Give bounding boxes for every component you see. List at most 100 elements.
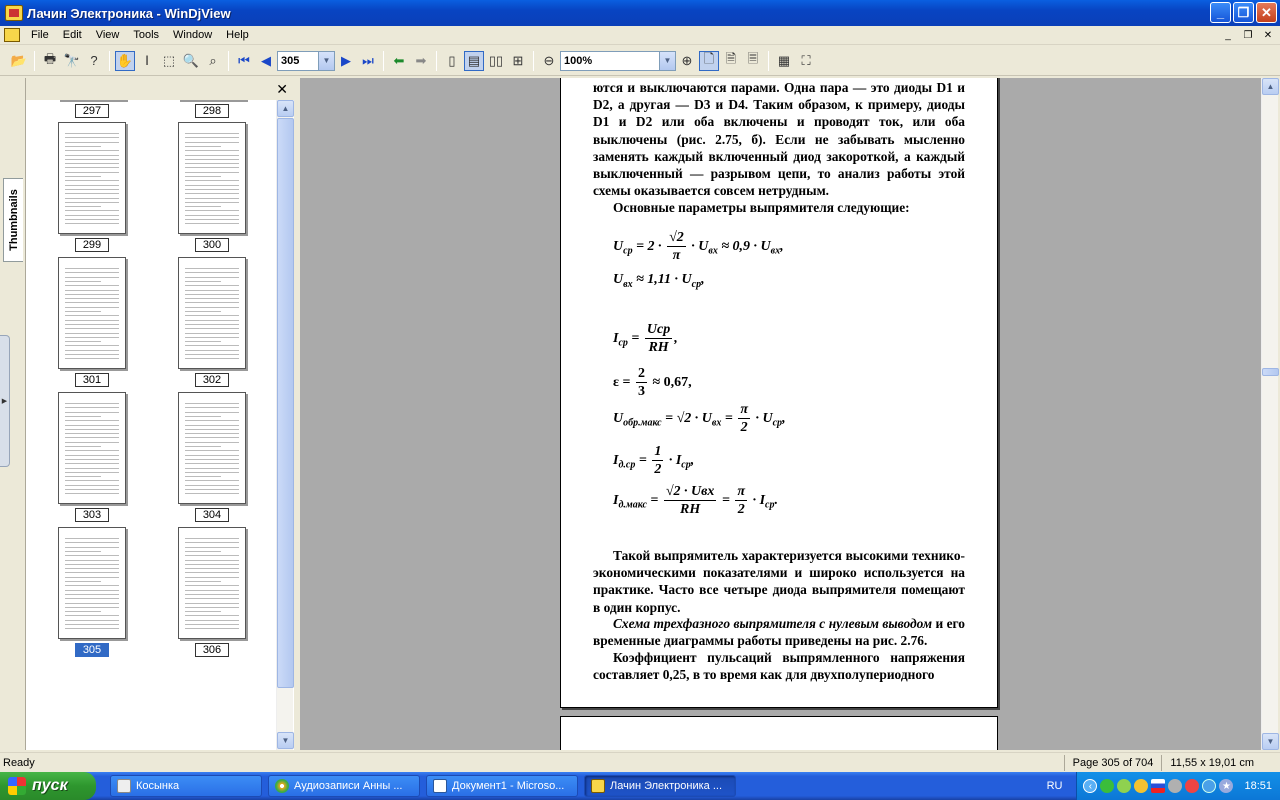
- thumbnail-text-line: [65, 441, 119, 443]
- taskbar-item-solitaire[interactable]: Косынка: [110, 775, 262, 797]
- thumbnail-text-line: [65, 446, 101, 447]
- continuous-facing-icon[interactable]: ⊞: [508, 51, 528, 71]
- next-page-icon[interactable]: ▶: [336, 51, 356, 71]
- thumbnail-page[interactable]: [178, 257, 246, 369]
- signal-icon[interactable]: [1100, 779, 1115, 793]
- antivirus-icon[interactable]: [1185, 779, 1200, 793]
- zoom-rect-icon[interactable]: ⌕: [203, 51, 223, 71]
- zoom-combo[interactable]: 100% ▼: [560, 50, 676, 71]
- messenger-icon[interactable]: [1202, 779, 1217, 793]
- taskbar-item-word[interactable]: Документ1 - Microso...: [426, 775, 578, 797]
- menu-view[interactable]: View: [89, 29, 127, 41]
- select-text-icon[interactable]: Ⅰ: [137, 51, 157, 71]
- chevron-down-icon[interactable]: ▼: [659, 51, 675, 70]
- forward-icon[interactable]: ➡: [411, 51, 431, 71]
- zoom-icon[interactable]: 🔍: [181, 51, 201, 71]
- menu-help[interactable]: Help: [219, 29, 256, 41]
- actual-size-icon[interactable]: 🗋: [699, 50, 719, 71]
- minimize-button[interactable]: _: [1210, 2, 1231, 23]
- menu-tools[interactable]: Tools: [126, 29, 166, 41]
- thumbnail-page[interactable]: [58, 257, 126, 369]
- scroll-down-icon[interactable]: ▼: [277, 732, 294, 749]
- thumbnail-page-number[interactable]: 298: [195, 104, 229, 118]
- scrollbar-thumb[interactable]: [277, 118, 294, 688]
- start-button[interactable]: пуск: [0, 772, 96, 800]
- speaker-icon[interactable]: [1168, 779, 1183, 793]
- thumbnail-page[interactable]: [58, 122, 126, 234]
- flag-icon[interactable]: [1151, 779, 1166, 793]
- mdi-close-button[interactable]: ✕: [1260, 28, 1276, 42]
- print-icon[interactable]: 🖶: [40, 51, 60, 71]
- taskbar-item-windjview[interactable]: Лачин Электроника ...: [584, 775, 736, 797]
- hand-tool-icon[interactable]: ✋: [115, 50, 135, 71]
- tray-expand-icon[interactable]: ‹: [1083, 779, 1098, 793]
- thumbnail-page-number[interactable]: 301: [75, 373, 109, 387]
- thumbnail-page-number[interactable]: 297: [75, 104, 109, 118]
- taskbar-item-browser[interactable]: Аудиозаписи Анны ...: [268, 775, 420, 797]
- display-mode-icon[interactable]: ▦: [774, 51, 794, 71]
- menu-file[interactable]: File: [24, 29, 56, 41]
- close-button[interactable]: ✕: [1256, 2, 1277, 23]
- windjview-app-icon[interactable]: [5, 5, 23, 21]
- last-page-icon[interactable]: ⏭: [358, 51, 378, 71]
- thumbnail-text-line: [185, 358, 239, 360]
- thumbnail-page-number[interactable]: 302: [195, 373, 229, 387]
- find-icon[interactable]: 🔭: [62, 51, 82, 71]
- thumbnail-page[interactable]: [178, 122, 246, 234]
- thumbnail-page-number[interactable]: 303: [75, 508, 109, 522]
- thumbnail-page-number[interactable]: 299: [75, 238, 109, 252]
- thumbnail-page-number[interactable]: 304: [195, 508, 229, 522]
- chevron-down-icon[interactable]: ▼: [318, 51, 334, 70]
- thumbnail-page-number[interactable]: 305: [75, 643, 109, 657]
- mdi-minimize-button[interactable]: _: [1220, 28, 1236, 42]
- fit-width-icon[interactable]: 🗎: [721, 51, 741, 71]
- scrollbar-thumb[interactable]: [1262, 368, 1279, 376]
- language-indicator[interactable]: RU: [1047, 780, 1063, 792]
- thumbnail-page[interactable]: [58, 392, 126, 504]
- thumbnail-text-line: [185, 589, 239, 591]
- first-page-icon[interactable]: ⏮: [234, 51, 254, 71]
- network-icon[interactable]: [1117, 779, 1132, 793]
- zoom-out-icon[interactable]: ⊖: [539, 51, 559, 71]
- menu-edit[interactable]: Edit: [56, 29, 89, 41]
- facing-pages-icon[interactable]: ▯▯: [486, 51, 506, 71]
- thumbnail-text-line: [65, 480, 119, 482]
- thumbnail-page-number[interactable]: 300: [195, 238, 229, 252]
- zoom-in-icon[interactable]: ⊕: [677, 51, 697, 71]
- help-icon[interactable]: ?: [84, 51, 104, 71]
- maximize-button[interactable]: ❐: [1233, 2, 1254, 23]
- document-icon[interactable]: [4, 28, 20, 42]
- single-page-icon[interactable]: ▯: [442, 51, 462, 71]
- select-rect-icon[interactable]: ⬚: [159, 51, 179, 71]
- scroll-up-icon[interactable]: ▲: [277, 100, 294, 117]
- document-scrollbar[interactable]: ▲ ▼: [1261, 78, 1279, 750]
- menu-window[interactable]: Window: [166, 29, 219, 41]
- thumbnail-list[interactable]: 297 298 299 300 301 302 303 304 305 306: [30, 100, 274, 750]
- shield-icon[interactable]: [1134, 779, 1149, 793]
- scroll-down-icon[interactable]: ▼: [1262, 733, 1279, 750]
- page-number-combo[interactable]: 305 ▼: [277, 50, 335, 71]
- mdi-restore-button[interactable]: ❐: [1240, 28, 1256, 42]
- thumbnail-text-line: [185, 576, 239, 578]
- fullscreen-icon[interactable]: ⛶: [796, 51, 816, 71]
- collapse-panel-handle[interactable]: ▶: [0, 335, 10, 467]
- thumbnail-scrollbar[interactable]: ▲ ▼: [276, 100, 294, 750]
- star-icon[interactable]: ★: [1219, 779, 1234, 793]
- thumbnail-text-line: [65, 293, 119, 295]
- thumbnail-text-line: [185, 298, 239, 300]
- thumbnail-page[interactable]: [58, 527, 126, 639]
- tab-thumbnails[interactable]: Thumbnails: [3, 178, 23, 262]
- thumbnail-text-line: [65, 593, 119, 595]
- thumbnail-page[interactable]: [178, 527, 246, 639]
- fit-page-icon[interactable]: 🗏: [743, 51, 763, 71]
- title-bar[interactable]: Лачин Электроника - WinDjView _ ❐ ✕: [0, 0, 1280, 26]
- scroll-up-icon[interactable]: ▲: [1262, 78, 1279, 95]
- thumbnail-page-number[interactable]: 306: [195, 643, 229, 657]
- close-icon[interactable]: ✕: [276, 81, 288, 98]
- back-icon[interactable]: ⬅: [389, 51, 409, 71]
- open-icon[interactable]: 📂: [9, 51, 29, 71]
- continuous-icon[interactable]: ▤: [464, 50, 484, 71]
- previous-page-icon[interactable]: ◀: [256, 51, 276, 71]
- document-viewer[interactable]: ются и выключаются парами. Одна пара — э…: [300, 78, 1261, 750]
- thumbnail-page[interactable]: [178, 392, 246, 504]
